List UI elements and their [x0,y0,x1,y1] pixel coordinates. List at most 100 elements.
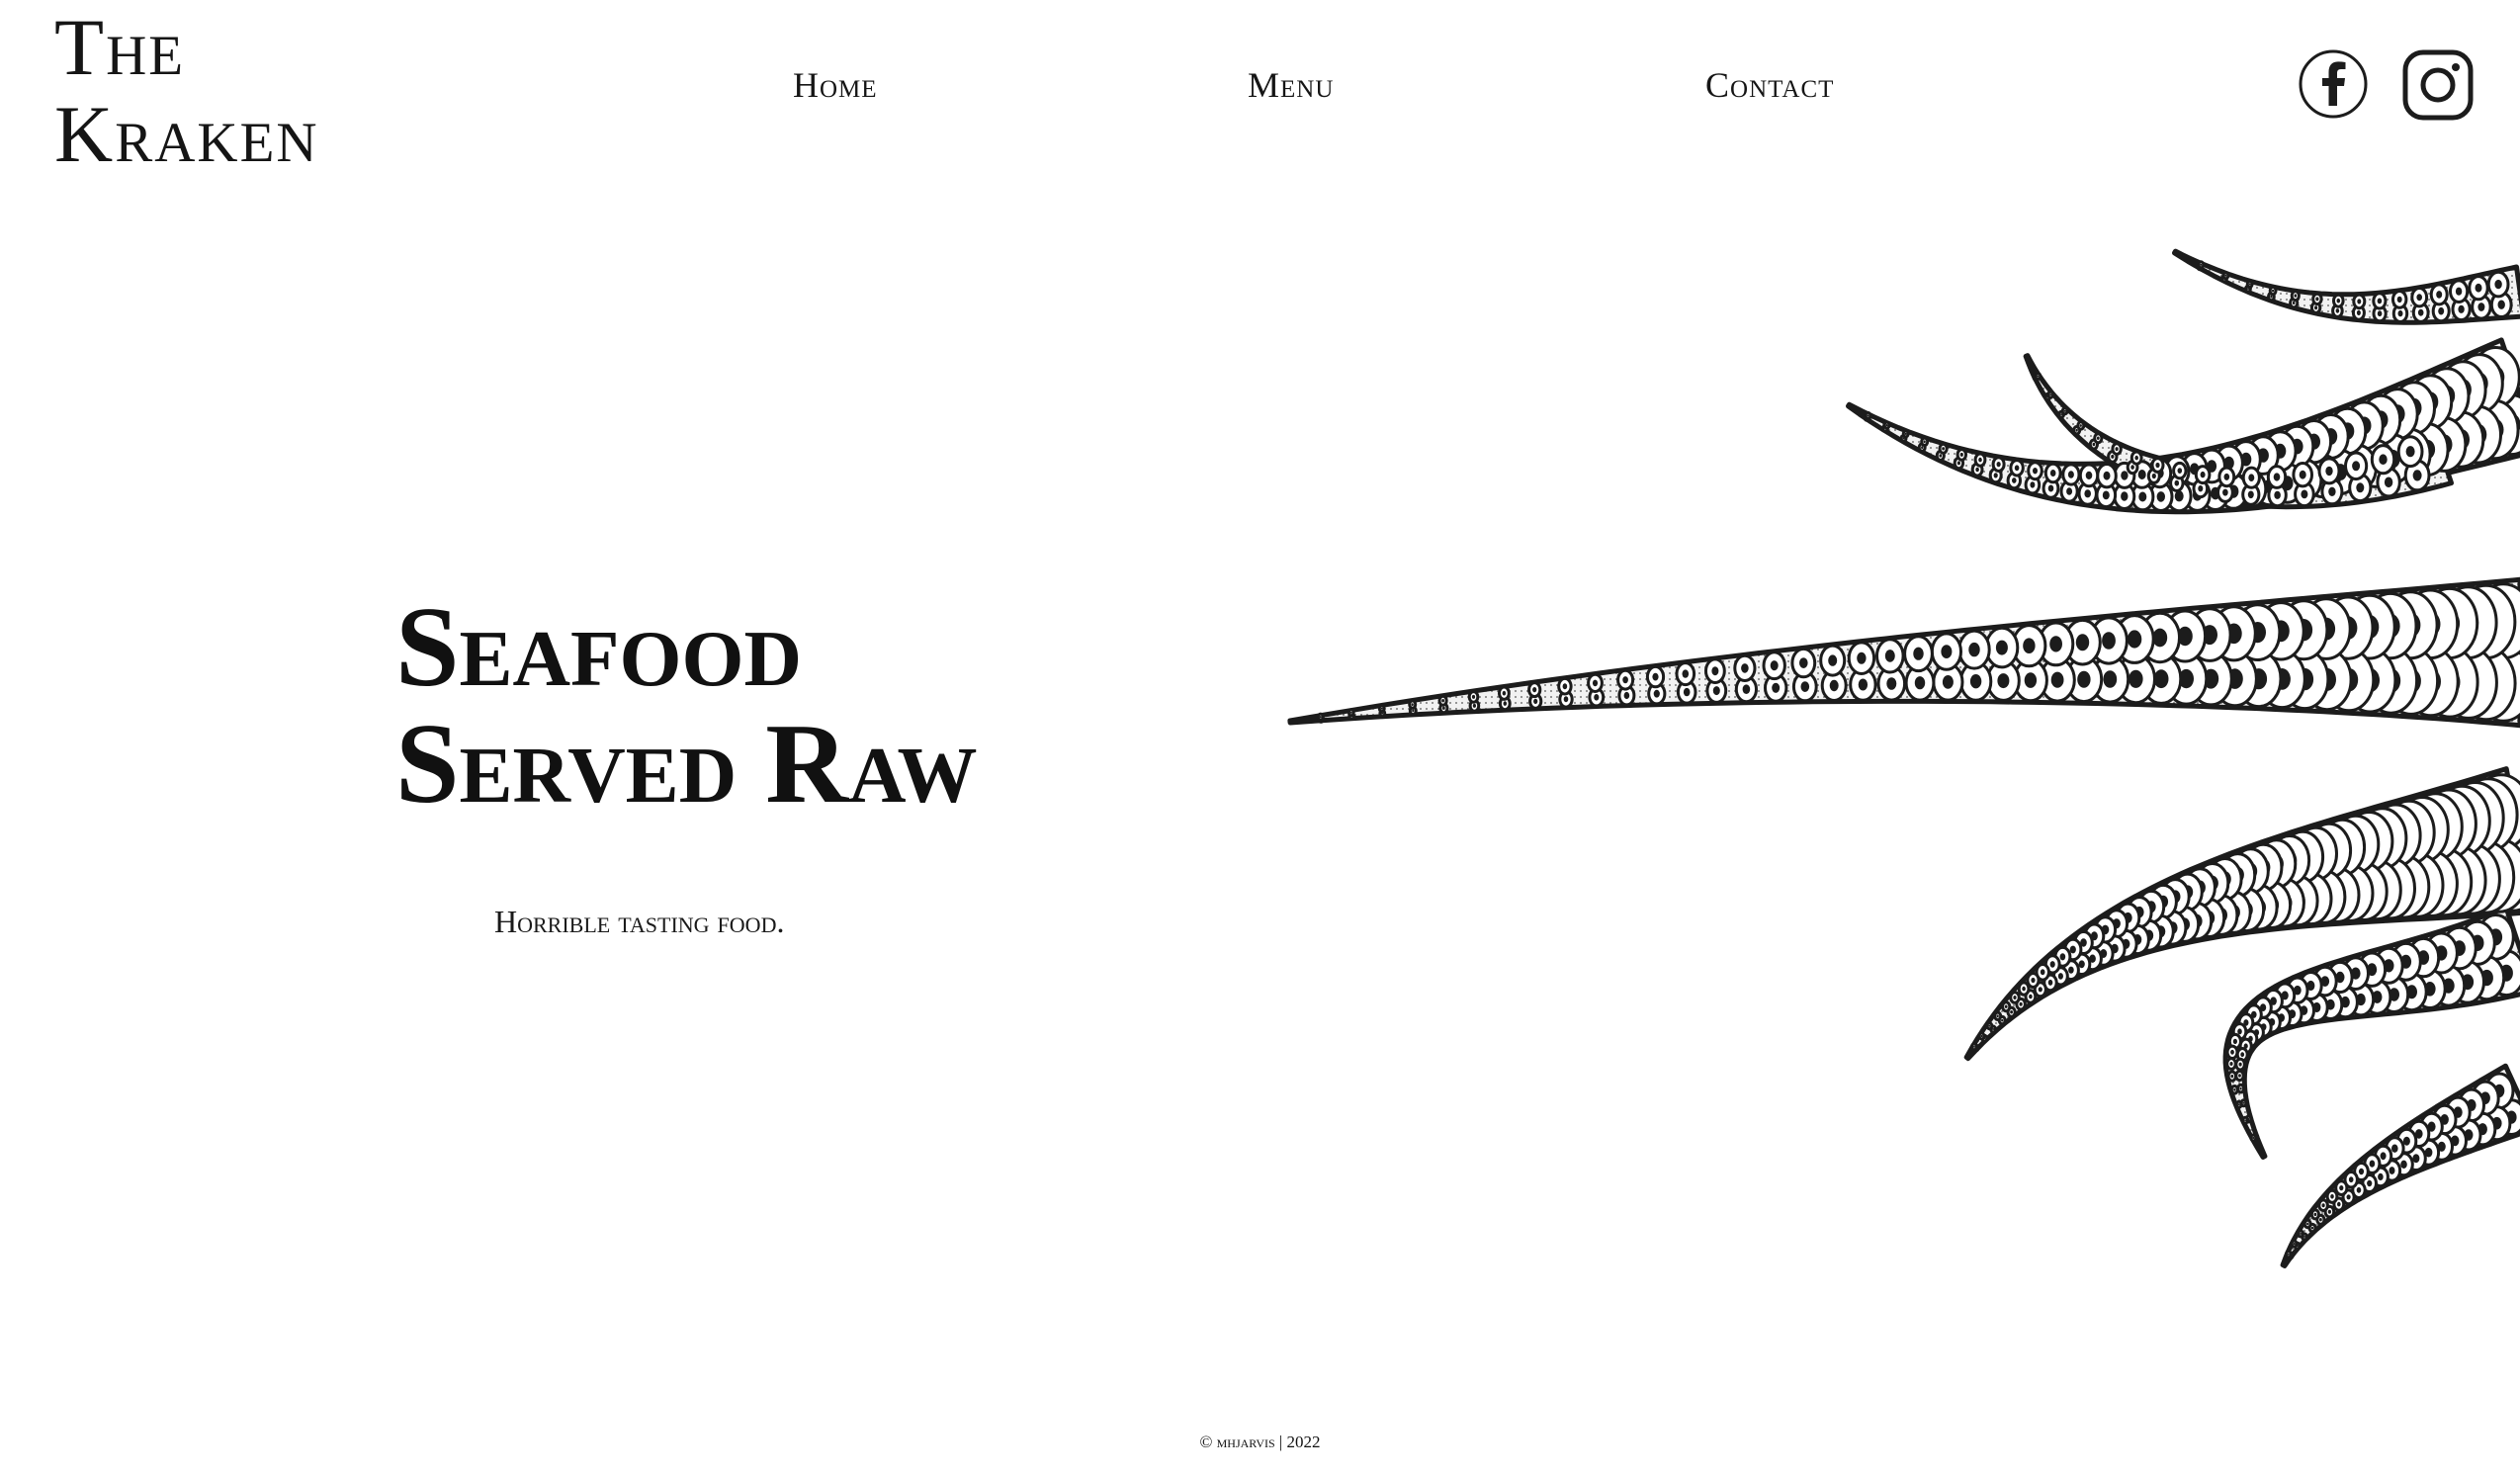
tentacle-lower-sucker-center [2022,986,2026,992]
tentacle-bottom-sucker-center [2356,1186,2362,1193]
tentacle-top-sucker-center [2416,294,2422,302]
tentacle-lower-sucker-center [2068,966,2074,974]
tentacle-lower-curl-sucker-center [2237,1028,2242,1035]
tentacle-upper-sucker-center [1978,457,1982,463]
nav-link-home[interactable]: Home [793,61,878,109]
tentacle-bottom-sucker-center [2300,1232,2302,1235]
tentacle-top-sucker-center [2475,283,2482,293]
tentacle-upper-sucker-center [2049,470,2056,477]
footer: © mhjarvis | 2022 [0,1432,2520,1453]
tentacle-group [1287,248,2520,1268]
tentacle-upper-curl-sucker-center [2379,454,2388,465]
tentacle-main-sucker-center [2103,670,2118,688]
hero-title-line-1: Seafood [395,584,803,711]
tentacle-top-sucker-center [2438,306,2445,315]
tentacle-main-sucker-center [1800,681,1810,692]
tentacle-top-sucker-center [2315,297,2319,302]
tentacle-upper-sucker-center [2047,484,2054,492]
tentacle-upper-sucker-center [2066,487,2073,495]
tentacle-upper-sucker-center [2103,471,2111,480]
tentacle-bottom-sucker-center [2330,1194,2334,1199]
tentacle-lower-sucker-center [1980,1034,1983,1038]
tentacle-main-sucker-center [1742,684,1751,694]
tentacle-main-sucker-center [1995,640,2008,655]
tentacle-bottom-sucker-center [2339,1185,2344,1191]
tentacle-main-sucker-center [1622,676,1628,684]
tentacle-upper-curl-sucker-center [2384,477,2393,488]
nav-link-contact[interactable]: Contact [1705,61,1834,109]
tentacle-bottom-sucker-center [2400,1160,2407,1169]
tentacle-upper-curl-sucker-center [2063,409,2066,412]
tentacle-main-sucker-center [1502,690,1507,696]
tentacle-upper-sucker-center [2014,465,2020,472]
tentacle-lower-sucker-center [2057,973,2063,980]
tentacle-main-sucker-center [1441,699,1444,703]
tentacle-upper-sucker-center [2030,481,2036,488]
tentacle-top-sucker-center [2397,309,2403,317]
tentacle-main-sucker-center [1858,678,1868,691]
tentacle-main-sucker-center [1652,672,1659,681]
tentacle-lower-sucker-center [2029,994,2033,999]
tentacle-upper-curl-sucker-center [2111,454,2115,459]
tentacle-top-sucker-center [2436,291,2443,299]
tentacle-top-sucker-center [2335,308,2340,313]
tentacle-top-sucker-center [2314,305,2318,310]
tentacle-bottom-sucker-center [2321,1203,2325,1208]
tentacle-top-sucker-center [2356,309,2361,315]
tentacle-top-sucker-center [2494,279,2502,290]
tentacle-main-sucker-center [1349,711,1352,714]
tentacle-main-sucker-center [2077,670,2091,688]
tentacle-upper-curl-sucker-center [2356,482,2365,493]
facebook-link[interactable] [2299,49,2368,119]
tentacle-main-sucker-center [1770,660,1779,671]
tentacle-main-sucker-center [2102,632,2116,650]
main-nav: Home Menu Contact [0,61,2520,109]
tentacle-top-sucker-center [2336,298,2341,304]
tentacle-upper-curl-sucker-center [2328,486,2336,496]
tentacle-upper-curl-sucker-center [2092,442,2096,447]
tentacle-upper-sucker-center [2156,491,2165,502]
tentacle-bottom-sucker-center [2287,1253,2290,1256]
tentacle-lower-curl-sucker-center [2238,1074,2241,1078]
tentacle-main-sucker-center [1942,675,1954,689]
tentacle-main-sucker-center [1562,683,1568,690]
tentacle-main-sucker-center [2023,638,2036,653]
tentacle-upper-sucker-center [1939,454,1943,458]
tentacle-lower-curl-sucker-center [2238,1062,2242,1067]
tentacle-upper-curl-sucker-center [2223,473,2230,480]
hero-title: Seafood Served Raw [395,589,978,823]
instagram-link[interactable] [2402,49,2474,121]
tentacle-top-sucker-center [2377,310,2383,317]
tentacle-upper-sucker-center [1923,440,1926,444]
tentacle-upper-curl-sucker-center [2155,462,2160,469]
tentacle-lower-sucker-center [2010,1010,2013,1014]
tentacle-main-sucker-center [1472,703,1476,708]
tentacle-upper-sucker-center [2138,491,2147,502]
tentacle-lower-sucker-center [2031,977,2036,984]
tentacle-main-sucker-center [1997,673,2010,689]
tentacle-lower-sucker-center [2038,987,2042,993]
tentacle-lower-curl-sucker-center [2230,1049,2234,1055]
tentacle-bottom-sucker-center [2293,1243,2296,1246]
tentacle-main-sucker-center [1969,674,1982,689]
tentacle-upper-curl-sucker-center [2134,455,2138,461]
copyright-text: © mhjarvis | 2022 [1199,1433,1321,1451]
tentacle-bottom-sucker-center [2327,1209,2331,1214]
tentacle-main-sucker-center [1712,686,1720,696]
tentacle-main-sucker-center [1683,687,1691,697]
tentacle-bottom-sucker-center [2369,1160,2376,1168]
tentacle-main-sucker-center [1594,694,1600,701]
tentacle-bottom-sucker-center [2378,1172,2384,1180]
tentacle-main-sucker-center [1532,687,1537,693]
facebook-icon [2299,49,2368,119]
tentacle-upper-sucker-center [2012,478,2017,483]
tentacle-main-sucker-center [1772,682,1781,693]
nav-link-menu[interactable]: Menu [1248,61,1334,109]
tentacle-upper-curl-sucker-center [2198,485,2204,492]
tentacle-bottom-sucker-center [2306,1222,2309,1226]
tentacle-upper-sucker-center [2067,471,2074,478]
tentacle-main-sucker-center [1799,657,1808,668]
tentacle-top-sucker-center [2377,298,2383,304]
tentacle-top-sucker-center [2200,263,2203,266]
tentacle-upper-curl-sucker-center [2405,446,2415,458]
